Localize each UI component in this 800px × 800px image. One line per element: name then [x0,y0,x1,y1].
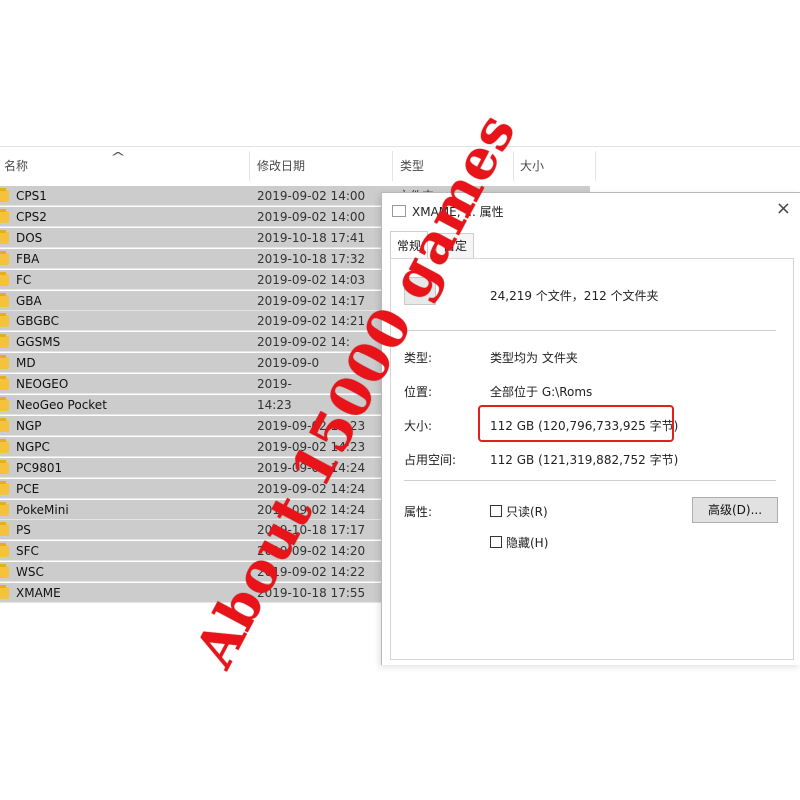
folder-icon [0,417,9,432]
hidden-checkbox[interactable] [490,536,502,548]
column-divider[interactable] [595,151,596,181]
advanced-button[interactable]: 高级(D)... [692,497,778,523]
file-modified-date: 2019- [257,377,292,392]
file-modified-date: 2019-10-18 17:41 [257,230,366,245]
file-modified-date: 14:23 [257,398,292,412]
file-name: GGSMS [16,335,61,350]
folder-icon [0,188,9,202]
file-name: PS [16,523,31,538]
folder-icon [0,480,9,495]
file-modified-date: 2019-10-18 17:32 [257,251,366,266]
folder-icon [0,229,9,244]
folder-icon [0,501,9,516]
column-header-modified[interactable]: 修改日期 [257,147,305,185]
file-name: NGPC [16,439,50,454]
file-name: PokeMini [16,502,69,517]
divider [404,480,776,481]
file-name: NGP [16,418,42,433]
file-name: GBGBC [16,314,60,329]
file-modified-date: 2019-09-02 14: [257,335,350,350]
size-label: 大小: [404,419,433,433]
file-name: NeoGeo Pocket [16,398,107,412]
column-divider[interactable] [392,151,393,181]
file-name: GBA [16,293,42,308]
readonly-checkbox[interactable] [490,505,502,517]
file-name: CPS1 [16,189,47,203]
file-name: FBA [16,251,40,266]
folder-icon [0,522,9,537]
column-header-type[interactable]: 类型 [400,147,424,185]
file-name: DOS [16,230,43,245]
file-name: WSC [16,565,44,580]
file-name: PC9801 [16,460,63,475]
folder-icon [0,334,9,349]
location-value: 全部位于 G:\Roms [490,385,593,399]
disk-size-value: 112 GB (121,319,882,752 字节) [490,453,679,467]
hidden-label[interactable]: 隐藏(H) [506,534,548,551]
file-name: SFC [16,544,39,559]
folder-icon [0,564,9,579]
file-modified-date: 2019-09-02 14:03 [257,272,366,287]
file-modified-date: 2019-09-02 14:21 [257,314,366,329]
sort-ascending-icon: ^ [109,150,127,164]
folder-icon [0,271,9,286]
column-header-size[interactable]: 大小 [520,147,544,185]
file-name: NEOGEO [16,377,69,392]
summary-text: 24,219 个文件，212 个文件夹 [490,289,659,303]
file-name: MD [16,356,36,371]
file-modified-date: 2019-09-02 14:00 [257,189,366,203]
folder-icon [0,438,9,453]
folder-icon [0,355,9,370]
file-name: FC [16,272,32,287]
size-highlight-box [478,405,674,442]
folder-icon [0,459,9,474]
folder-icon [0,376,9,391]
file-name: PCE [16,481,40,496]
readonly-label[interactable]: 只读(R) [506,503,548,520]
file-modified-date: 2019-09-0 [257,356,320,371]
folder-icon [0,292,9,307]
folder-icon [0,543,9,558]
file-name: XMAME [16,586,61,601]
column-divider[interactable] [249,151,250,181]
folder-icon [0,250,9,265]
file-modified-date: 2019-09-02 14:00 [257,209,366,224]
disk-size-label: 占用空间: [404,453,457,467]
location-label: 位置: [404,385,433,399]
file-modified-date: 2019-09-02 14:17 [257,293,366,308]
folder-properties-icon [392,205,406,217]
folder-icon [0,313,9,328]
folder-icon [0,585,9,600]
divider [404,330,776,331]
attributes-label: 属性: [404,505,433,519]
type-value: 类型均为 文件夹 [490,351,578,365]
file-name: CPS2 [16,209,47,224]
column-header-name[interactable]: 名称 [4,147,28,185]
folder-icon [0,208,9,223]
folder-icon [0,397,9,411]
close-icon[interactable]: × [776,199,791,219]
